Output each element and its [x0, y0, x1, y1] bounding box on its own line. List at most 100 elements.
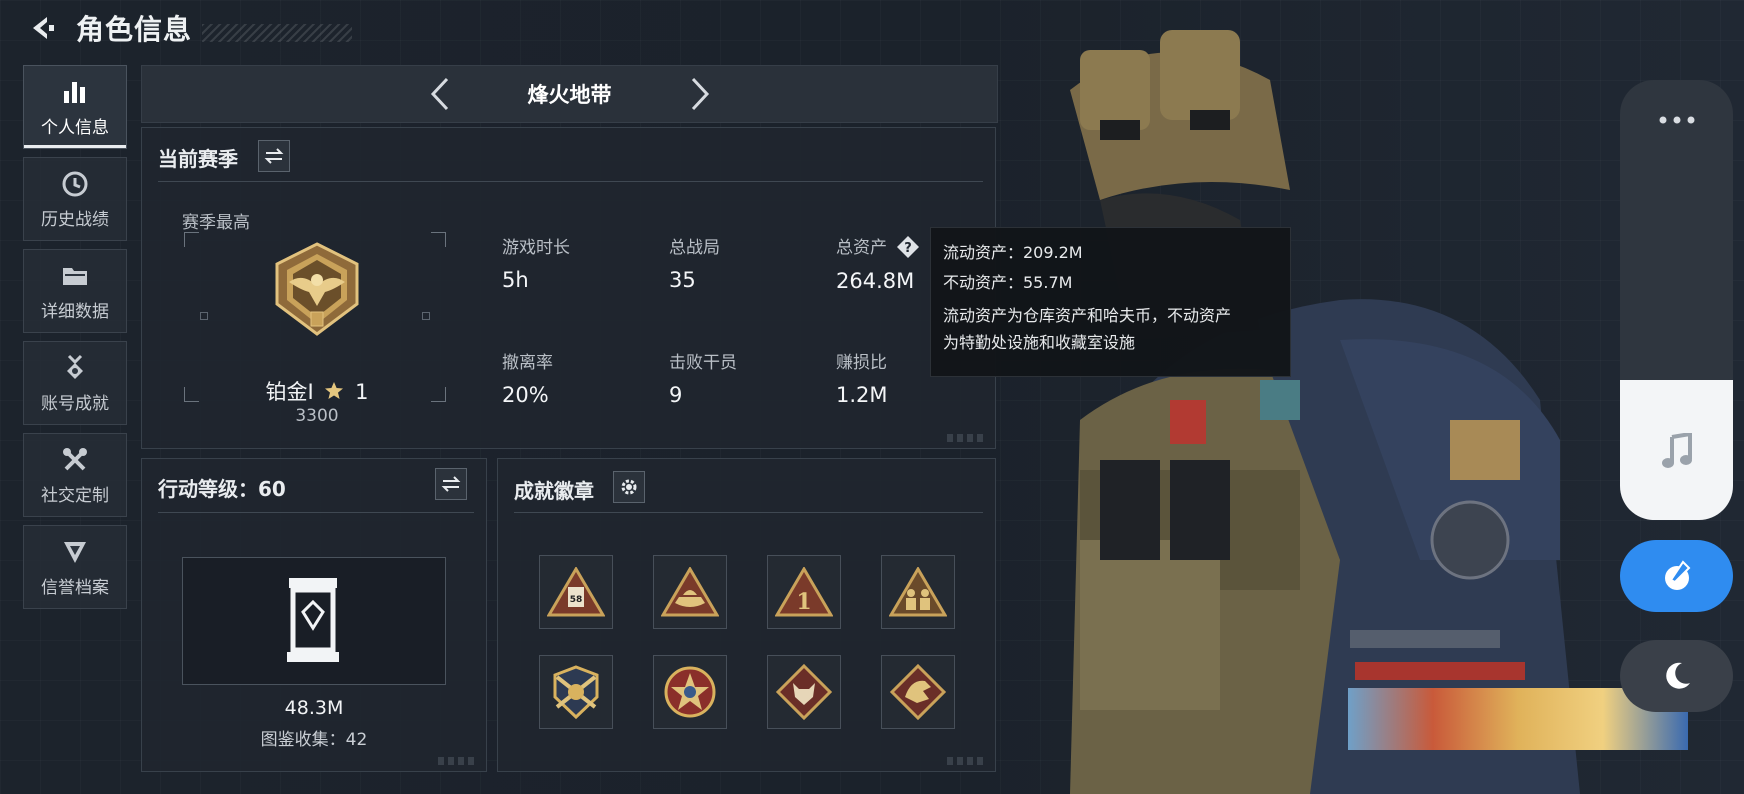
badge-star-icon — [664, 666, 716, 718]
badge-dragon[interactable] — [881, 655, 955, 729]
season-panel: 当前赛季 赛季最高 铂金Ⅰ 1 3300 游戏时长 5h 总战局 35 总资产 … — [141, 127, 996, 449]
chevron-left-icon — [430, 77, 448, 111]
stat-playtime: 游戏时长 5h — [502, 238, 570, 292]
badge-first[interactable]: 1 — [767, 555, 841, 629]
night-mode-button[interactable] — [1620, 640, 1733, 712]
floating-bar-bottom — [1620, 380, 1733, 520]
stat-operator-kills: 击败干员 9 — [669, 353, 737, 407]
divider — [158, 512, 474, 513]
back-button[interactable] — [24, 10, 60, 46]
rank-name: 铂金Ⅰ 1 — [265, 380, 369, 404]
handbook-value: 48.3M — [284, 697, 344, 719]
badge-star[interactable] — [653, 655, 727, 729]
feather-icon — [1664, 560, 1690, 590]
player-card-blurred — [1355, 662, 1525, 680]
folder-icon — [60, 261, 90, 291]
tooltip-fixed-assets: 不动资产：55.7M — [943, 273, 1073, 292]
season-title: 当前赛季 — [158, 147, 238, 171]
header: 角色信息 — [24, 6, 353, 50]
stat-total-matches: 总战局 35 — [669, 238, 720, 292]
more-button[interactable] — [1620, 100, 1733, 140]
mode-prev-button[interactable] — [420, 69, 460, 119]
page-title: 角色信息 — [76, 13, 193, 46]
sidebar-item-label: 历史战绩 — [41, 209, 109, 230]
badge-boat[interactable] — [653, 555, 727, 629]
back-arrow-icon — [33, 17, 54, 39]
badge-squad-icon — [889, 567, 947, 617]
stat-total-assets: 总资产 ? 264.8M — [836, 233, 920, 293]
rank-emblem-icon — [275, 242, 359, 336]
season-switch-button[interactable] — [258, 140, 290, 172]
gear-icon — [621, 479, 637, 495]
moon-icon — [1665, 662, 1690, 689]
sidebar: 个人信息 历史战绩 详细数据 账号成就 社交定制 信誉档案 — [23, 65, 127, 617]
bar-chart-icon — [60, 77, 90, 107]
title-decoration — [202, 24, 353, 42]
handbook-count: 图鉴收集：42 — [260, 730, 368, 750]
badge-rifles-icon — [553, 665, 599, 720]
badge-boat-icon — [661, 567, 719, 617]
medal-icon — [60, 353, 90, 383]
level-switch-button[interactable] — [435, 468, 467, 500]
badge-58-icon: 58 — [547, 567, 605, 617]
sidebar-item-label: 社交定制 — [41, 485, 109, 506]
season-best-label: 赛季最高 — [182, 213, 250, 233]
sidebar-item-history[interactable]: 历史战绩 — [23, 157, 127, 241]
tools-icon — [60, 445, 90, 475]
chevron-right-icon — [691, 77, 709, 111]
rank-score: 3300 — [295, 406, 339, 426]
badge-wolf-icon — [775, 663, 833, 721]
floating-control-bar — [1620, 80, 1733, 520]
badge-first-icon: 1 — [775, 567, 833, 617]
corner-decoration — [947, 757, 987, 765]
stat-profit-ratio: 赚损比 1.2M — [836, 353, 888, 407]
collection-vault-icon — [287, 578, 339, 662]
divider — [514, 512, 983, 513]
badge-squad[interactable] — [881, 555, 955, 629]
badges-title: 成就徽章 — [514, 479, 594, 503]
floating-bar-top — [1620, 80, 1733, 380]
svg-text:58: 58 — [570, 595, 583, 605]
more-icon — [1659, 116, 1694, 124]
sidebar-item-label: 详细数据 — [41, 301, 109, 322]
handbook-box[interactable] — [182, 557, 446, 685]
star-icon — [325, 382, 344, 399]
badge-rifles[interactable] — [539, 655, 613, 729]
svg-text:?: ? — [905, 241, 913, 256]
assets-tooltip: 流动资产：209.2M 不动资产：55.7M 流动资产为仓库资产和哈夫币，不动资… — [930, 227, 1291, 377]
player-card-blurred — [1350, 630, 1500, 648]
sidebar-item-achievements[interactable]: 账号成就 — [23, 341, 127, 425]
badge-dragon-icon — [889, 663, 947, 721]
mode-next-button[interactable] — [680, 69, 720, 119]
sidebar-item-label: 个人信息 — [41, 117, 109, 138]
action-level-panel: 行动等级：60 48.3M 图鉴收集：42 — [141, 458, 487, 772]
sidebar-item-label: 账号成就 — [41, 393, 109, 414]
divider — [158, 181, 983, 182]
achievement-badges-panel: 成就徽章 58 1 — [497, 458, 996, 772]
badge-wolf[interactable] — [767, 655, 841, 729]
corner-decoration — [438, 757, 478, 765]
sidebar-item-social[interactable]: 社交定制 — [23, 433, 127, 517]
stat-extraction-rate: 撤离率 20% — [502, 353, 553, 407]
svg-text:1: 1 — [796, 589, 811, 615]
screen: 角色信息 个人信息 历史战绩 详细数据 账号成就 社交定制 信誉档案 烽火地带 … — [0, 0, 1744, 794]
sidebar-item-details[interactable]: 详细数据 — [23, 249, 127, 333]
music-button[interactable] — [1620, 426, 1733, 476]
tooltip-liquid-assets: 流动资产：209.2M — [943, 243, 1083, 262]
music-note-icon — [1661, 433, 1692, 468]
corner-decoration — [947, 434, 987, 442]
badge-58[interactable]: 58 — [539, 555, 613, 629]
sidebar-item-label: 信誉档案 — [41, 577, 109, 598]
tooltip-description: 流动资产为仓库资产和哈夫币，不动资产 为特勤处设施和收藏室设施 — [943, 306, 1232, 352]
help-icon[interactable]: ? — [896, 235, 920, 259]
swap-icon — [264, 148, 284, 164]
feather-button[interactable] — [1620, 540, 1733, 612]
shield-icon — [60, 537, 90, 567]
badges-settings-button[interactable] — [613, 471, 645, 503]
clock-icon — [60, 169, 90, 199]
action-level-title: 行动等级：60 — [158, 477, 286, 501]
mode-selector: 烽火地带 — [141, 65, 998, 123]
sidebar-item-reputation[interactable]: 信誉档案 — [23, 525, 127, 609]
swap-icon — [441, 476, 461, 492]
sidebar-item-personal-info[interactable]: 个人信息 — [23, 65, 127, 149]
